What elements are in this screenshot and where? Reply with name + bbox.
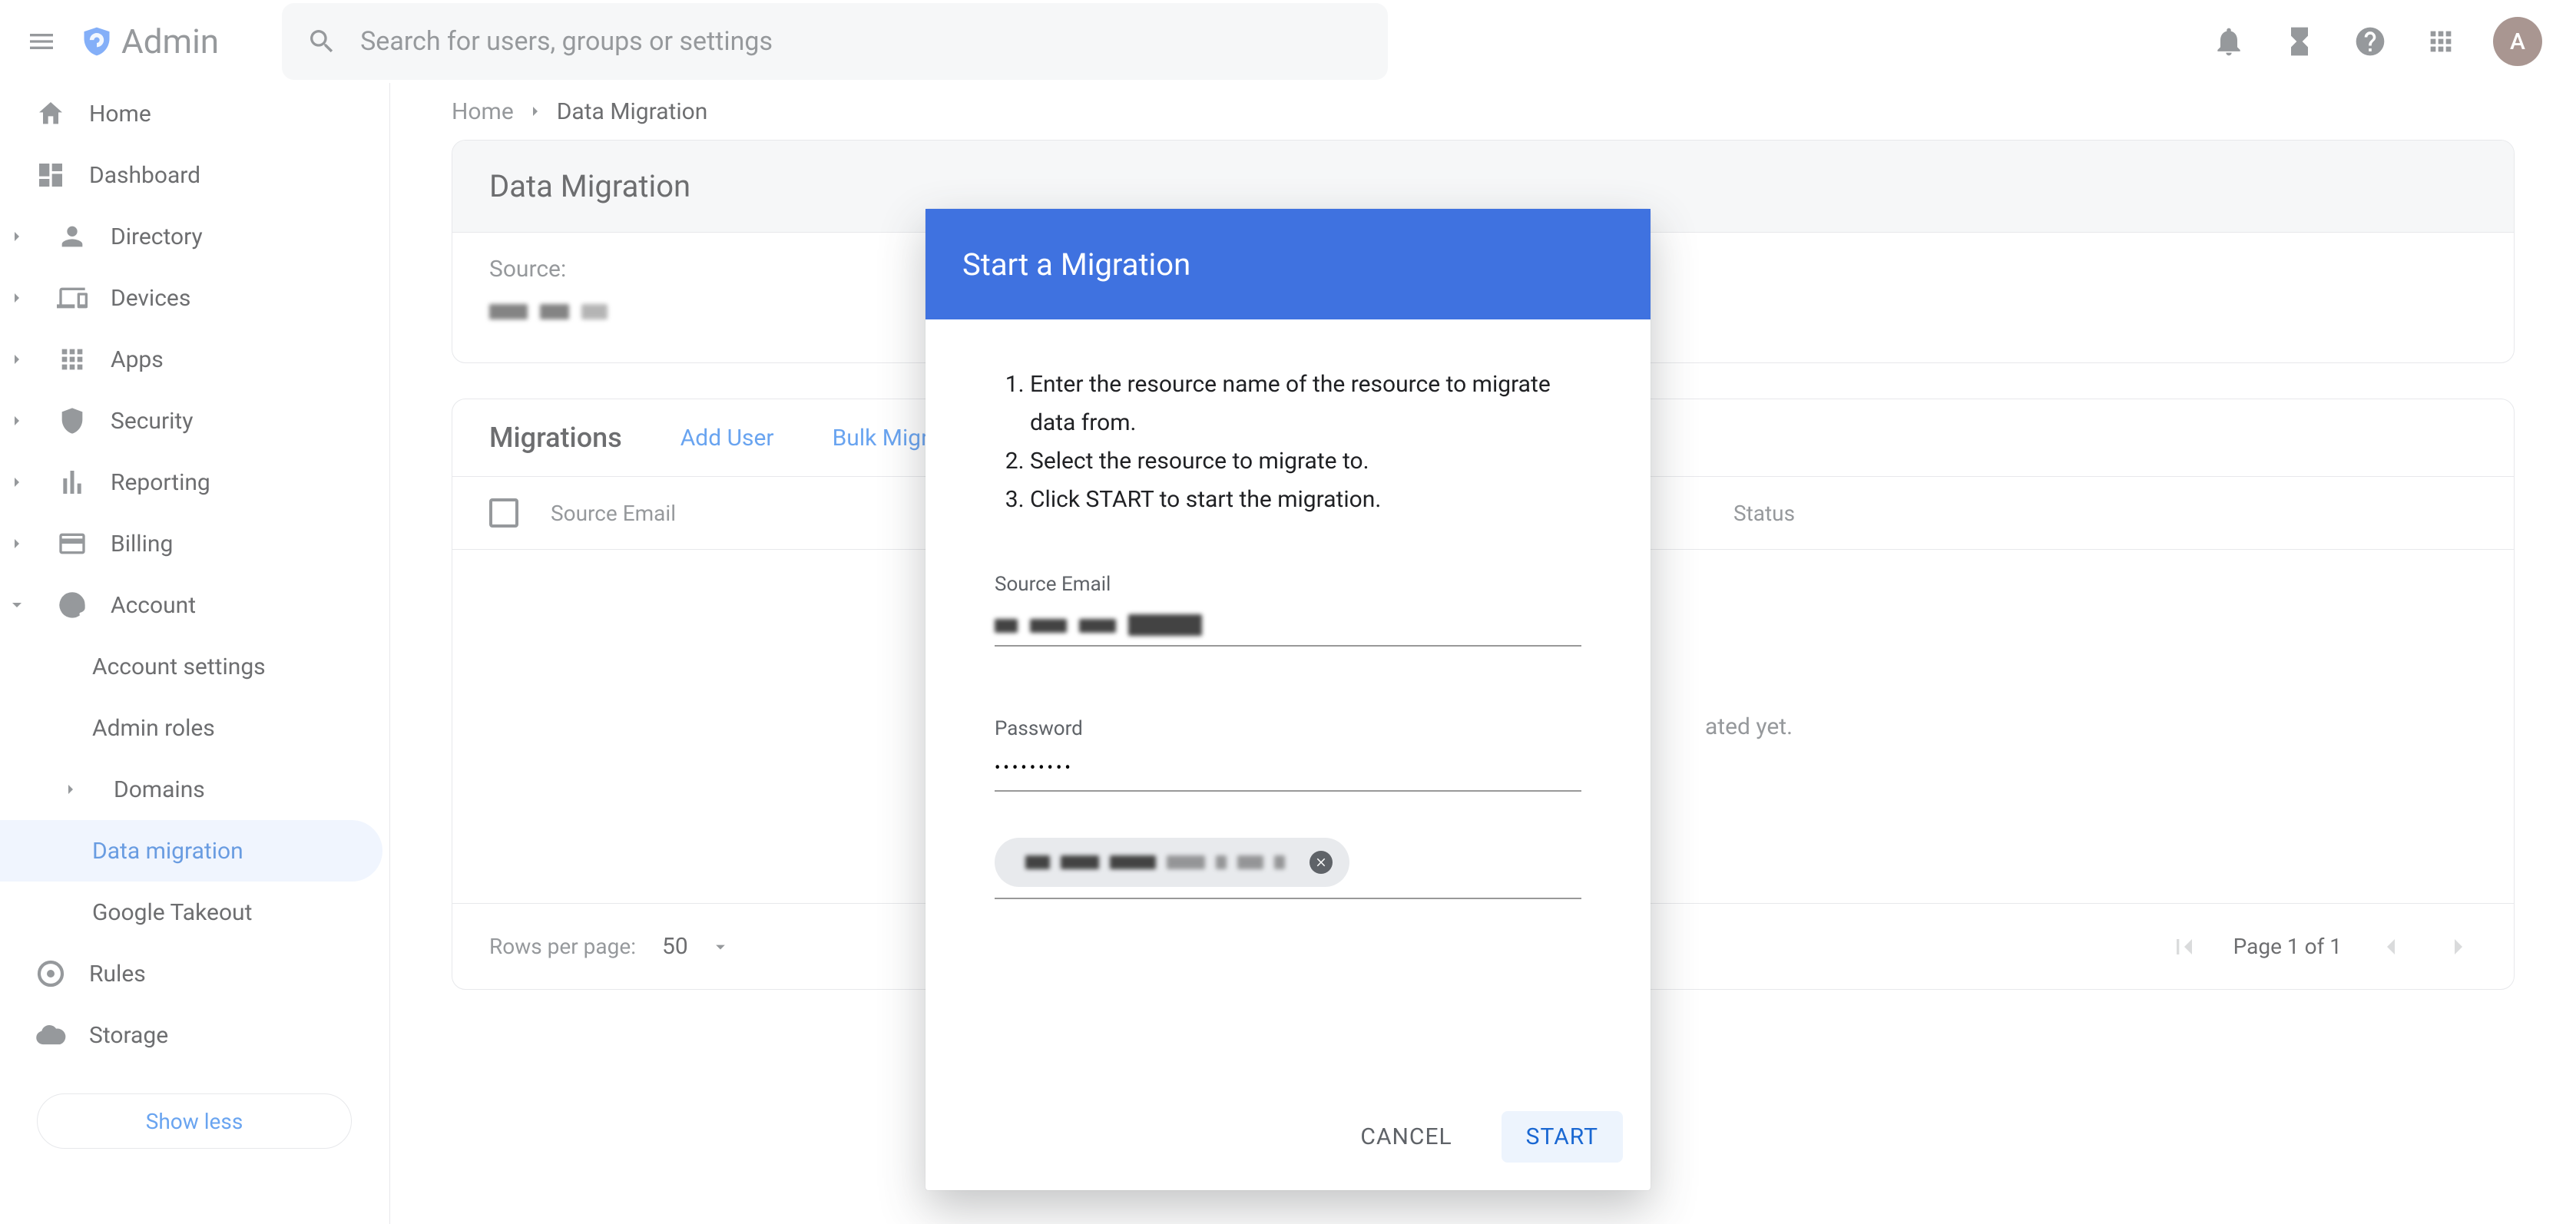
password-label: Password <box>995 717 1581 740</box>
dialog-step-2: Select the resource to migrate to. <box>1030 442 1581 481</box>
dialog-step-3: Click START to start the migration. <box>1030 481 1581 519</box>
close-icon <box>1314 855 1328 869</box>
start-button[interactable]: START <box>1502 1111 1623 1163</box>
password-input[interactable]: ••••••••• <box>995 753 1581 792</box>
chip-text <box>1025 855 1285 869</box>
start-migration-dialog: Start a Migration Enter the resource nam… <box>925 209 1651 1190</box>
dialog-step-1: Enter the resource name of the resource … <box>1030 366 1581 442</box>
source-email-label: Source Email <box>995 573 1581 596</box>
source-email-input[interactable] <box>995 608 1581 647</box>
dialog-title: Start a Migration <box>925 209 1651 319</box>
cancel-button[interactable]: CANCEL <box>1342 1111 1470 1163</box>
chip-remove-button[interactable] <box>1310 851 1333 874</box>
target-resource-chip[interactable] <box>995 838 1349 887</box>
password-value: ••••••••• <box>995 759 1074 778</box>
dialog-instructions: Enter the resource name of the resource … <box>995 366 1581 519</box>
target-resource-input[interactable] <box>995 838 1581 899</box>
